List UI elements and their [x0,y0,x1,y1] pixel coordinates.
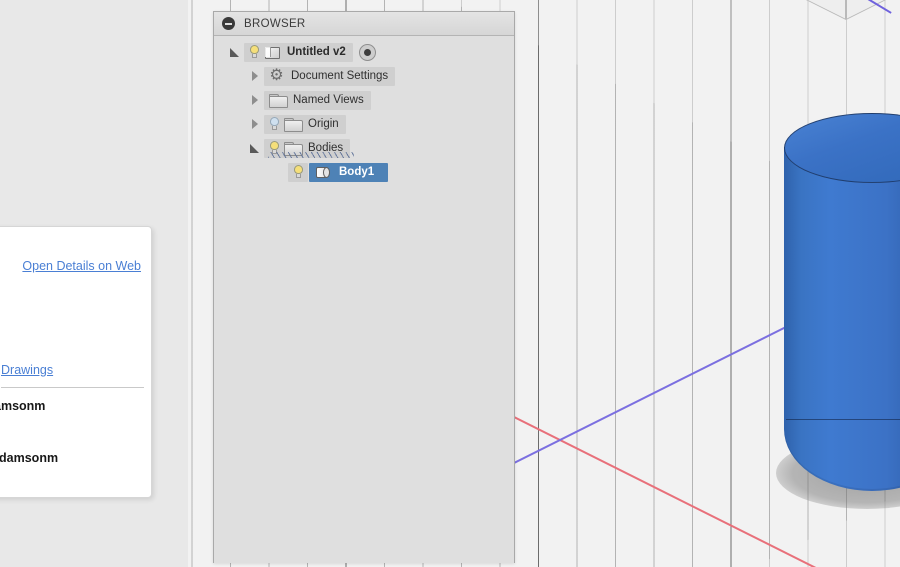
tree-item-label: Named Views [293,94,364,106]
cylinder-body[interactable] [784,113,900,491]
fusion-360-window: Z BROWSER Untitled v2 ⚙ [0,0,900,567]
data-details-panel: Open Details on Web Drawings amsonm Adam… [0,226,152,498]
owner-name-secondary: Adamsonm [0,451,59,465]
expand-triangle-icon[interactable] [248,93,262,107]
browser-panel: BROWSER Untitled v2 ⚙ Document Settings [213,11,515,563]
expand-triangle-icon[interactable] [248,69,262,83]
component-cube-icon [264,45,281,59]
activated-component-radio-icon[interactable] [358,43,376,61]
lightbulb-icon[interactable] [267,116,282,132]
tree-item-chip[interactable]: Origin [264,114,346,134]
view-cube-face-right[interactable] [846,0,886,20]
tree-item-bodies[interactable]: Bodies [214,136,514,160]
gear-icon: ⚙ [269,66,284,84]
minus-circle-icon[interactable] [222,17,235,30]
browser-tree[interactable]: Untitled v2 ⚙ Document Settings Named Vi… [214,36,514,184]
lightbulb-icon[interactable] [291,164,306,180]
z-axis-label: Z [849,0,858,1]
tree-item-chip[interactable]: Body1 [309,162,389,182]
tree-item-document-settings[interactable]: ⚙ Document Settings [214,64,514,88]
lightbulb-icon[interactable] [247,44,262,60]
body-cylinder-icon [315,165,333,180]
tree-item-label: Untitled v2 [287,46,346,58]
folder-icon [284,117,303,132]
browser-panel-header: BROWSER [214,12,514,36]
expand-triangle-icon[interactable] [248,141,262,155]
tree-item-chip[interactable]: Named Views [264,90,371,110]
folder-icon [269,93,288,108]
folder-icon [284,141,303,156]
panel-divider [1,387,144,388]
browser-panel-title: BROWSER [244,17,306,30]
tree-item-chip[interactable]: ⚙ Document Settings [264,66,396,86]
expand-triangle-icon[interactable] [248,117,262,131]
tree-item-chip[interactable]: Untitled v2 [244,42,353,62]
tree-item-label: Document Settings [291,70,389,82]
owner-name-primary: amsonm [0,399,46,413]
view-cube-face-left[interactable] [806,0,846,20]
lightbulb-icon[interactable] [267,140,282,156]
expand-triangle-icon[interactable] [228,45,242,59]
tree-item-chip[interactable]: Bodies [264,138,351,158]
cylinder-side-face[interactable] [784,147,900,491]
drawings-link[interactable]: Drawings [1,363,53,377]
tree-item-bulb-chip[interactable] [288,162,308,182]
tree-item-body1[interactable]: Body1 [214,160,514,184]
tree-item-untitled-v2[interactable]: Untitled v2 [214,40,514,64]
tree-item-origin[interactable]: Origin [214,112,514,136]
view-cube[interactable]: Z [802,0,894,42]
tree-item-label: Bodies [308,142,344,154]
tree-item-named-views[interactable]: Named Views [214,88,514,112]
tree-item-label: Body1 [339,166,375,178]
open-details-on-web-link[interactable]: Open Details on Web [22,259,141,273]
tree-item-label: Origin [308,118,339,130]
